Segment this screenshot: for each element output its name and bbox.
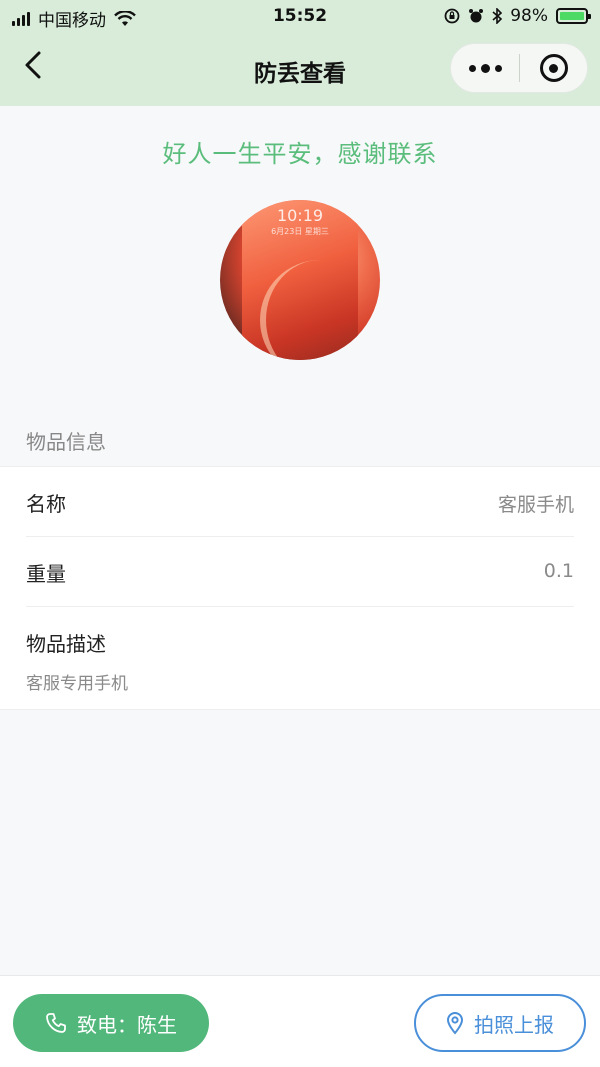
info-row-name: 名称 客服手机 xyxy=(26,467,574,537)
miniprogram-capsule xyxy=(450,43,588,93)
status-bar: 中国移动 15:52 98% xyxy=(0,0,600,34)
location-pin-icon xyxy=(446,1012,464,1035)
description-label: 物品描述 xyxy=(26,632,106,656)
battery-percent: 98% xyxy=(510,6,548,26)
bluetooth-icon xyxy=(492,8,503,24)
bottom-action-bar: 致电：陈生 拍照上报 xyxy=(0,975,600,1067)
status-right: 98% xyxy=(444,6,591,26)
call-button-label: 致电：陈生 xyxy=(77,1012,177,1037)
photo-report-button[interactable]: 拍照上报 xyxy=(414,994,586,1052)
target-circle-icon[interactable] xyxy=(520,54,587,82)
description-value: 客服专用手机 xyxy=(26,674,128,694)
info-row-weight: 重量 0.1 xyxy=(26,537,574,607)
section-title-item-info: 物品信息 xyxy=(26,430,106,454)
weight-label: 重量 xyxy=(26,562,66,586)
more-dots-icon[interactable] xyxy=(451,44,519,92)
name-label: 名称 xyxy=(26,492,66,516)
phone-icon xyxy=(46,1013,66,1033)
nav-bar: 防丢查看 xyxy=(0,34,600,106)
item-photo[interactable]: 10:19 6月23日 星期三 xyxy=(220,200,380,360)
call-owner-button[interactable]: 致电：陈生 xyxy=(13,994,209,1052)
name-value: 客服手机 xyxy=(497,494,574,516)
item-info-card: 名称 客服手机 重量 0.1 物品描述 客服专用手机 xyxy=(0,466,600,710)
rotation-lock-icon xyxy=(444,8,460,24)
thank-you-slogan: 好人一生平安，感谢联系 xyxy=(162,140,438,168)
report-button-label: 拍照上报 xyxy=(474,1012,554,1037)
lockscreen-date: 6月23日 星期三 xyxy=(271,227,329,236)
battery-icon xyxy=(556,8,591,24)
top-header: 中国移动 15:52 98% 防丢查看 xyxy=(0,0,600,106)
weight-value: 0.1 xyxy=(543,560,574,582)
alarm-icon xyxy=(469,9,484,23)
lockscreen-time: 10:19 xyxy=(276,206,324,225)
